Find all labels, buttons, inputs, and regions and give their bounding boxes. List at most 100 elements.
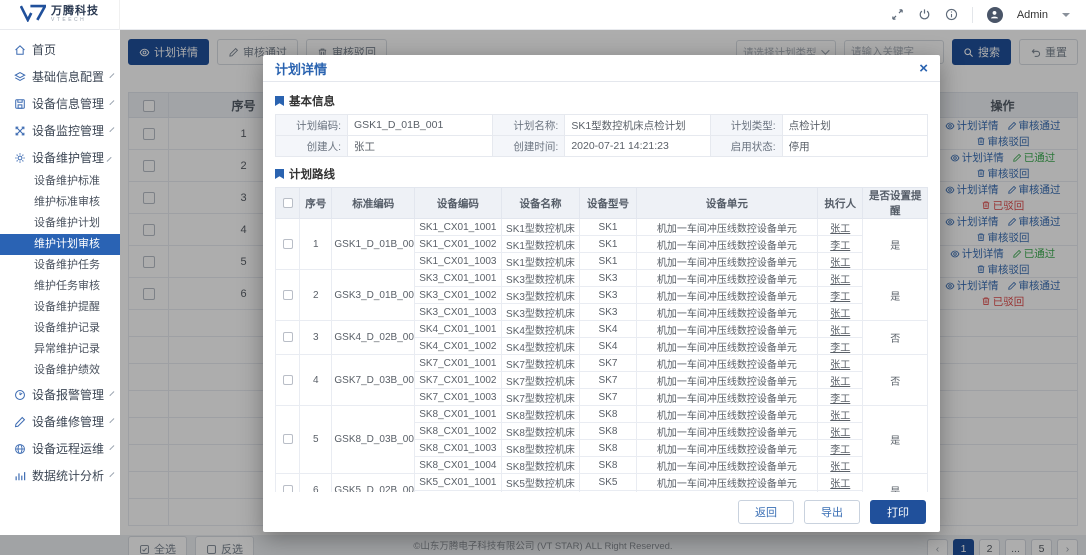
sidebar: 首页基础信息配置设备信息管理设备监控管理设备维护管理设备维护标准维护标准审核设备… — [0, 30, 120, 535]
chart-icon — [14, 470, 26, 482]
device-executor[interactable]: 张工 — [818, 270, 863, 287]
device-executor[interactable]: 张工 — [818, 355, 863, 372]
route-header-cell: 执行人 — [818, 188, 863, 219]
sidebar-subitem-6[interactable]: 设备维护提醒 — [0, 297, 120, 318]
sidebar-subitem-8[interactable]: 异常维护记录 — [0, 339, 120, 360]
device-name: SK5型数控机床 — [501, 474, 580, 491]
route-row-checkbox[interactable] — [283, 332, 293, 342]
device-name: SK1型数控机床 — [501, 219, 580, 236]
route-header-cell: 标准编码 — [332, 188, 415, 219]
device-model: SK5 — [580, 474, 636, 491]
route-row-checkbox[interactable] — [283, 434, 293, 444]
sidebar-item-device-info-mgmt[interactable]: 设备信息管理 — [0, 90, 120, 117]
device-executor[interactable]: 张工 — [818, 321, 863, 338]
close-icon[interactable]: × — [919, 61, 928, 76]
monitor-icon — [14, 125, 26, 137]
sidebar-item-device-remote-ops[interactable]: 设备远程运维 — [0, 435, 120, 462]
route-row-checkbox[interactable] — [283, 485, 293, 492]
device-executor[interactable]: 张工 — [818, 253, 863, 270]
sidebar-item-label: 设备监控管理 — [32, 122, 104, 139]
device-code: SK1_CX01_1002 — [415, 236, 502, 253]
route-table-header: 序号标准编码设备编码设备名称设备型号设备单元执行人是否设置提醒 — [276, 188, 928, 219]
sidebar-item-label: 设备远程运维 — [32, 440, 104, 457]
sidebar-item-base-info-config[interactable]: 基础信息配置 — [0, 63, 120, 90]
sidebar-subitem-5[interactable]: 维护任务审核 — [0, 276, 120, 297]
user-name[interactable]: Admin — [1017, 9, 1048, 21]
route-section-title: 计划路线 — [275, 166, 928, 182]
sidebar-subitem-3-active[interactable]: 维护计划审核 — [0, 234, 120, 255]
section-marker-icon — [275, 169, 284, 179]
info-label: 计划名称: — [493, 115, 565, 136]
sidebar-item-device-repair-mgmt[interactable]: 设备维修管理 — [0, 408, 120, 435]
info-value: 张工 — [348, 136, 493, 157]
route-std-code: GSK3_D_01B_003 — [332, 270, 415, 321]
route-row-checkbox[interactable] — [283, 239, 293, 249]
route-row: 6GSK5_D_02B_002SK5_CX01_1001SK5型数控机床SK5机… — [276, 474, 928, 491]
sidebar-item-device-maintain-mgmt[interactable]: 设备维护管理 — [0, 144, 120, 171]
route-reminder: 是 — [863, 219, 928, 270]
device-name: SK8型数控机床 — [501, 457, 580, 474]
sidebar-subitem-1[interactable]: 维护标准审核 — [0, 192, 120, 213]
sidebar-subitem-2[interactable]: 设备维护计划 — [0, 213, 120, 234]
device-executor[interactable]: 李工 — [818, 338, 863, 355]
device-name: SK7型数控机床 — [501, 355, 580, 372]
device-executor[interactable]: 李工 — [818, 287, 863, 304]
sidebar-item-home[interactable]: 首页 — [0, 36, 120, 63]
sidebar-subitem-0[interactable]: 设备维护标准 — [0, 171, 120, 192]
modal-body: 基本信息 计划编码:GSK1_D_01B_001计划名称:SK1型数控机床点检计… — [263, 82, 940, 492]
back-button[interactable]: 返回 — [738, 500, 794, 524]
brand-name: 万腾科技 — [51, 6, 99, 17]
user-menu-caret-icon[interactable] — [1062, 13, 1070, 17]
sidebar-item-device-monitor-mgmt[interactable]: 设备监控管理 — [0, 117, 120, 144]
sidebar-item-device-alarm-mgmt[interactable]: 设备报警管理 — [0, 381, 120, 408]
route-seq: 3 — [300, 321, 332, 355]
home-icon — [14, 44, 26, 56]
sidebar-item-data-statistics[interactable]: 数据统计分析 — [0, 462, 120, 489]
route-seq: 6 — [300, 474, 332, 493]
globe-icon — [14, 443, 26, 455]
print-button[interactable]: 打印 — [870, 500, 926, 524]
sidebar-subitem-7[interactable]: 设备维护记录 — [0, 318, 120, 339]
device-executor[interactable]: 李工 — [818, 236, 863, 253]
info-value: 点检计划 — [782, 115, 927, 136]
route-select-all-checkbox[interactable] — [283, 198, 293, 208]
device-executor[interactable]: 张工 — [818, 219, 863, 236]
route-row: 4GSK7_D_03B_001SK7_CX01_1001SK7型数控机床SK7机… — [276, 355, 928, 372]
device-code: SK8_CX01_1003 — [415, 440, 502, 457]
route-row: 2GSK3_D_01B_003SK3_CX01_1001SK3型数控机床SK3机… — [276, 270, 928, 287]
device-model: SK8 — [580, 457, 636, 474]
device-unit: 机加一车间冲压线数控设备单元 — [636, 355, 817, 372]
device-code: SK8_CX01_1004 — [415, 457, 502, 474]
route-row-checkbox[interactable] — [283, 375, 293, 385]
sidebar-subitem-4[interactable]: 设备维护任务 — [0, 255, 120, 276]
route-row-checkbox[interactable] — [283, 290, 293, 300]
export-button[interactable]: 导出 — [804, 500, 860, 524]
device-unit: 机加一车间冲压线数控设备单元 — [636, 253, 817, 270]
device-model: SK7 — [580, 372, 636, 389]
chevron-up-icon — [107, 156, 112, 161]
fullscreen-icon[interactable] — [891, 8, 904, 21]
sidebar-subitem-9[interactable]: 设备维护绩效 — [0, 360, 120, 381]
modal-header: 计划详情 × — [263, 55, 940, 82]
route-reminder: 是 — [863, 270, 928, 321]
device-executor[interactable]: 李工 — [818, 440, 863, 457]
device-executor[interactable]: 李工 — [818, 389, 863, 406]
device-executor[interactable]: 张工 — [818, 457, 863, 474]
device-executor[interactable]: 张工 — [818, 423, 863, 440]
power-icon[interactable] — [918, 8, 931, 21]
device-name: SK8型数控机床 — [501, 423, 580, 440]
device-executor[interactable]: 张工 — [818, 474, 863, 491]
device-model: SK4 — [580, 338, 636, 355]
avatar[interactable] — [987, 7, 1003, 23]
basic-info-body: 计划编码:GSK1_D_01B_001计划名称:SK1型数控机床点检计划计划类型… — [276, 115, 928, 157]
info-icon[interactable] — [945, 8, 958, 21]
device-code: SK7_CX01_1003 — [415, 389, 502, 406]
device-executor[interactable]: 张工 — [818, 372, 863, 389]
route-std-code: GSK5_D_02B_002 — [332, 474, 415, 493]
device-executor[interactable]: 张工 — [818, 406, 863, 423]
sidebar-item-label: 设备维修管理 — [32, 413, 104, 430]
device-executor[interactable]: 张工 — [818, 304, 863, 321]
device-code: SK8_CX01_1002 — [415, 423, 502, 440]
device-code: SK8_CX01_1001 — [415, 406, 502, 423]
basic-info-row: 计划编码:GSK1_D_01B_001计划名称:SK1型数控机床点检计划计划类型… — [276, 115, 928, 136]
